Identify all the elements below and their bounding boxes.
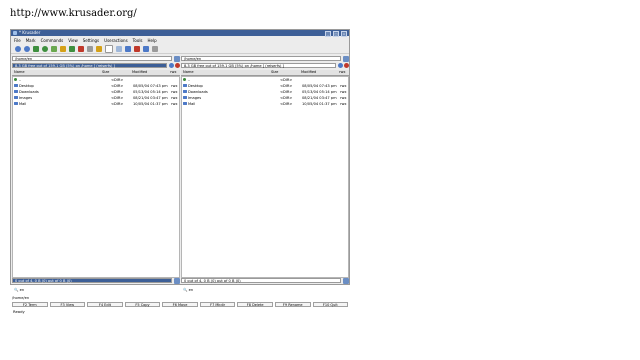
right-sync-icon[interactable] [343, 278, 349, 284]
right-col-modified[interactable]: Modified [301, 70, 316, 75]
folder-icon [183, 90, 187, 93]
folder-icon [14, 96, 18, 99]
function-key-bar: F2 Term F3 View F4 Edit F5 Copy F6 Move … [12, 302, 349, 308]
edit-icon[interactable] [60, 46, 66, 52]
list-item[interactable]: .. <DIR> [13, 78, 179, 83]
list-item[interactable]: Downloads <DIR> 05/13/04 05:14 pm rwx [13, 90, 179, 95]
up-dir-icon [183, 78, 186, 81]
list-item[interactable]: Images <DIR> 08/21/04 03:47 pm rwx [182, 96, 348, 101]
f6-move-button[interactable]: F6 Move [162, 302, 198, 307]
window-title: * Krusader [19, 30, 41, 35]
refresh-icon[interactable] [42, 46, 48, 52]
root-icon[interactable] [51, 46, 57, 52]
copy-icon[interactable] [96, 46, 102, 52]
minimize-icon[interactable]: _ [325, 31, 331, 37]
menu-tools[interactable]: Tools [133, 38, 143, 44]
command-line[interactable]: /home/en [12, 296, 348, 301]
menu-bar: File Mark Commands View Settings Useract… [11, 38, 349, 44]
paste-icon[interactable] [105, 45, 113, 53]
list-item[interactable]: Mail <DIR> 10/05/04 01:37 pm rwx [13, 102, 179, 107]
menu-help[interactable]: Help [148, 38, 157, 44]
f8-delete-button[interactable]: F8 Delete [237, 302, 273, 307]
terminal-icon[interactable] [125, 46, 131, 52]
menu-view[interactable]: View [68, 38, 78, 44]
combine-icon[interactable] [87, 46, 93, 52]
right-quicksearch[interactable]: 🔍 en [183, 288, 193, 293]
left-status-bar: 0 out of 4, 0 B (0) out of 0 B (0) [12, 278, 172, 283]
compare-icon[interactable] [69, 46, 75, 52]
right-col-size[interactable]: Size [271, 70, 278, 75]
right-path-field[interactable]: /home/en [181, 56, 341, 61]
right-col-perm[interactable]: rwx [339, 70, 346, 75]
toolbar [11, 45, 349, 54]
left-media-icon[interactable] [175, 63, 180, 68]
app-icon [13, 31, 17, 35]
list-item[interactable]: .. <DIR> [182, 78, 348, 83]
right-free-space: 8.3 GB free out of 159.1 GB (5%) on /hom… [181, 63, 336, 68]
list-item[interactable]: Images <DIR> 08/21/04 03:47 pm rwx [13, 96, 179, 101]
folder-icon [14, 90, 18, 93]
maximize-icon[interactable]: □ [333, 31, 339, 37]
left-history-icon[interactable] [169, 63, 174, 68]
right-bookmark-icon[interactable] [343, 56, 349, 62]
status-bar-text: Ready [13, 309, 25, 314]
krusader-window: * Krusader _ □ × File Mark Commands View… [10, 29, 350, 314]
cmdline-prompt: /home/en [12, 296, 30, 300]
home-icon[interactable] [33, 46, 39, 52]
list-item[interactable]: Desktop <DIR> 08/05/04 07:43 pm rwx [13, 84, 179, 89]
folder-icon [183, 84, 187, 87]
left-file-list: .. <DIR> Desktop <DIR> 08/05/04 07:43 pm… [12, 76, 180, 278]
right-file-list: .. <DIR> Desktop <DIR> 08/05/04 07:43 pm… [181, 76, 349, 278]
right-media-icon[interactable] [344, 63, 349, 68]
folder-icon [14, 102, 18, 105]
forward-icon[interactable] [24, 46, 30, 52]
left-col-perm[interactable]: rwx [170, 70, 177, 75]
menu-file[interactable]: File [14, 38, 21, 44]
right-panel: /home/en 8.3 GB free out of 159.1 GB (5%… [181, 56, 349, 284]
menu-mark[interactable]: Mark [26, 38, 36, 44]
f9-rename-button[interactable]: F9 Rename [274, 302, 311, 307]
folder-icon [14, 84, 18, 87]
search-icon: 🔍 [14, 288, 19, 292]
left-path-field[interactable]: /home/en [12, 56, 172, 61]
f3-view-button[interactable]: F3 View [49, 302, 86, 307]
left-bookmark-icon[interactable] [174, 56, 180, 62]
left-panel: /home/en 8.3 GB free out of 159.1 GB (5%… [12, 56, 180, 284]
f10-quit-button[interactable]: F10 Quit [312, 302, 349, 307]
list-item[interactable]: Desktop <DIR> 08/05/04 07:43 pm rwx [182, 84, 348, 89]
title-bar[interactable]: * Krusader _ □ × [11, 30, 349, 37]
list-item[interactable]: Downloads <DIR> 05/13/04 05:14 pm rwx [182, 90, 348, 95]
left-col-size[interactable]: Size [102, 70, 109, 75]
f5-copy-button[interactable]: F5 Copy [124, 302, 161, 307]
menu-commands[interactable]: Commands [41, 38, 64, 44]
left-quicksearch[interactable]: 🔍 en [14, 288, 24, 293]
f7-mkdir-button[interactable]: F7 Mkdir [199, 302, 236, 307]
f2-term-button[interactable]: F2 Term [12, 302, 48, 307]
menu-useractions[interactable]: Useractions [104, 38, 128, 44]
key-icon[interactable] [152, 46, 158, 52]
right-history-icon[interactable] [338, 63, 343, 68]
split-icon[interactable] [78, 46, 84, 52]
list-item[interactable]: Mail <DIR> 10/05/04 01:37 pm rwx [182, 102, 348, 107]
locate-icon[interactable] [143, 46, 149, 52]
folder-icon [183, 96, 187, 99]
left-free-space: 8.3 GB free out of 159.1 GB (5%) on /hom… [12, 63, 167, 68]
back-icon[interactable] [15, 46, 21, 52]
close-icon[interactable]: × [341, 31, 347, 37]
left-sync-icon[interactable] [174, 278, 180, 284]
f4-edit-button[interactable]: F4 Edit [87, 302, 123, 307]
right-status-bar: 0 out of 4, 0 B (0) out of 0 B (0) [181, 278, 341, 283]
search-icon[interactable] [116, 46, 122, 52]
up-dir-icon [14, 78, 17, 81]
left-col-modified[interactable]: Modified [132, 70, 147, 75]
left-col-name[interactable]: Name [14, 70, 25, 75]
menu-settings[interactable]: Settings [83, 38, 99, 44]
search-icon: 🔍 [183, 288, 188, 292]
folder-icon [183, 102, 187, 105]
right-col-name[interactable]: Name [183, 70, 194, 75]
page-caption-url[interactable]: http://www.krusader.org/ [10, 8, 137, 19]
settings-icon[interactable] [134, 46, 140, 52]
